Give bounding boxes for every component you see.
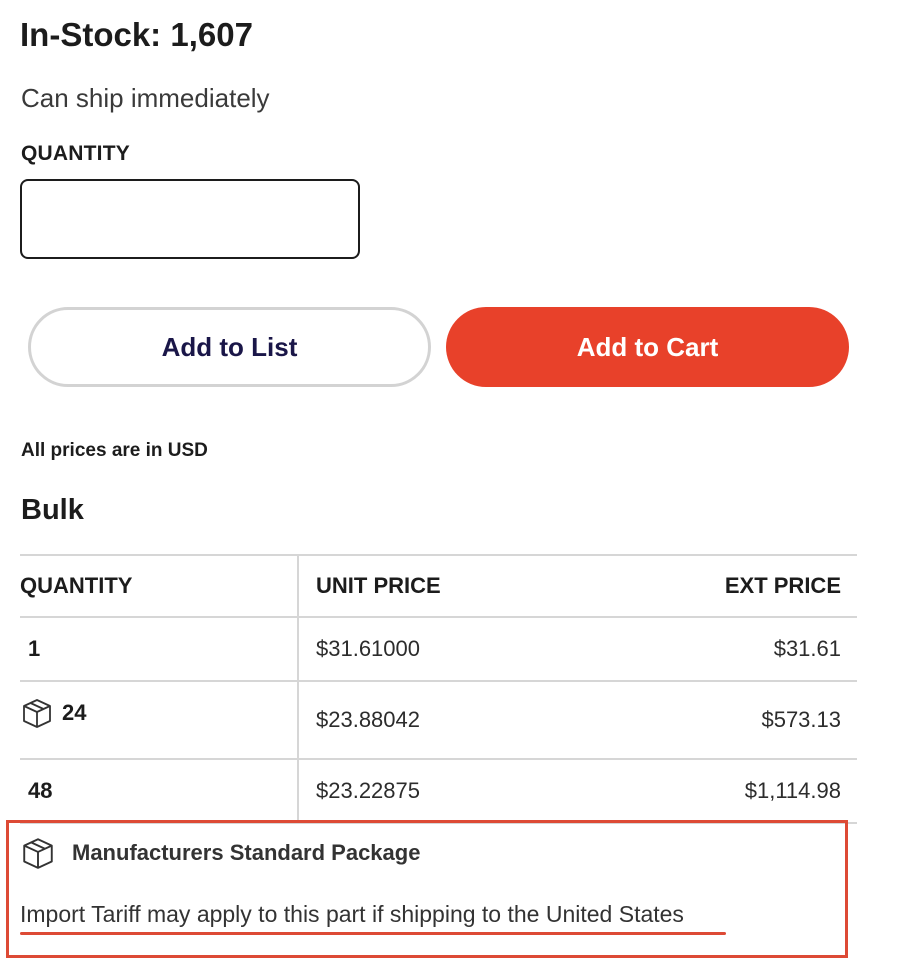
table-header-row: QUANTITY UNIT PRICE EXT PRICE (20, 554, 857, 618)
row-ext-price: $573.13 (594, 680, 857, 760)
tariff-notice: Import Tariff may apply to this part if … (20, 901, 684, 927)
table-row: 24 $23.88042 $573.13 (20, 680, 857, 760)
quantity-column-header: QUANTITY (20, 554, 299, 618)
price-table: QUANTITY UNIT PRICE EXT PRICE 1 $31.6100… (20, 554, 857, 824)
table-row: 1 $31.61000 $31.61 (20, 616, 857, 682)
row-ext-price: $31.61 (594, 616, 857, 682)
quantity-label: QUANTITY (21, 142, 130, 165)
unit-price-column-header: UNIT PRICE (298, 554, 594, 618)
row-unit-price: $23.88042 (298, 680, 594, 760)
currency-note: All prices are in USD (21, 440, 208, 461)
quantity-input[interactable] (20, 179, 360, 259)
row-quantity: 24 (62, 700, 87, 725)
ship-status-text: Can ship immediately (21, 83, 270, 113)
add-to-cart-button[interactable]: Add to Cart (446, 307, 849, 387)
table-row: 48 $23.22875 $1,114.98 (20, 758, 857, 824)
row-quantity: 1 (20, 616, 299, 682)
add-to-list-button[interactable]: Add to List (28, 307, 431, 387)
pricing-section-title: Bulk (21, 494, 84, 526)
package-box-icon (20, 835, 56, 871)
row-ext-price: $1,114.98 (594, 758, 857, 824)
row-unit-price: $23.22875 (298, 758, 594, 824)
row-quantity-cell: 24 (20, 680, 299, 760)
standard-package-row: Manufacturers Standard Package (20, 835, 420, 871)
standard-package-label: Manufacturers Standard Package (72, 840, 421, 865)
row-unit-price: $31.61000 (298, 616, 594, 682)
ext-price-column-header: EXT PRICE (594, 554, 857, 618)
stock-heading: In-Stock: 1,607 (20, 16, 253, 53)
row-quantity: 48 (20, 758, 299, 824)
package-box-icon (20, 696, 54, 730)
highlight-underline (20, 932, 726, 935)
